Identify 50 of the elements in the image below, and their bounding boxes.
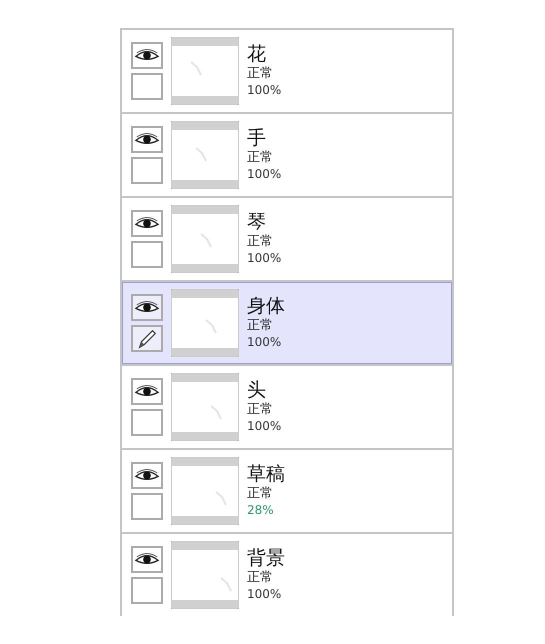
layer-name: 背景 <box>247 549 285 570</box>
layer-opacity: 100% <box>247 252 282 265</box>
edit-toggle[interactable] <box>131 325 163 352</box>
visibility-toggle[interactable] <box>131 126 163 153</box>
layer-row[interactable]: 头 正常 100% <box>122 366 452 448</box>
blend-mode: 正常 <box>247 487 273 501</box>
layer-opacity: 100% <box>247 84 282 97</box>
layer-thumbnail <box>171 289 239 357</box>
layer-opacity: 28% <box>247 504 274 517</box>
layer-thumbnail <box>171 121 239 189</box>
layer-thumbnail <box>171 373 239 441</box>
blend-mode: 正常 <box>247 67 273 81</box>
layer-opacity: 100% <box>247 168 282 181</box>
layer-thumbnail <box>171 457 239 525</box>
edit-toggle[interactable] <box>131 409 163 436</box>
layer-opacity: 100% <box>247 420 282 433</box>
layer-row[interactable]: 草稿 正常 28% <box>122 450 452 532</box>
layer-name: 身体 <box>247 297 285 318</box>
edit-toggle[interactable] <box>131 577 163 604</box>
visibility-toggle[interactable] <box>131 462 163 489</box>
blend-mode: 正常 <box>247 319 273 333</box>
visibility-toggle[interactable] <box>131 42 163 69</box>
layer-opacity: 100% <box>247 588 282 601</box>
layer-thumbnail <box>171 205 239 273</box>
edit-toggle[interactable] <box>131 493 163 520</box>
layer-name: 手 <box>247 129 266 150</box>
edit-toggle[interactable] <box>131 157 163 184</box>
layer-thumbnail <box>171 37 239 105</box>
visibility-toggle[interactable] <box>131 210 163 237</box>
layer-row[interactable]: 花 正常 100% <box>122 30 452 112</box>
layer-name: 草稿 <box>247 465 285 486</box>
layer-row[interactable]: 手 正常 100% <box>122 114 452 196</box>
visibility-toggle[interactable] <box>131 378 163 405</box>
layer-name: 琴 <box>247 213 266 234</box>
blend-mode: 正常 <box>247 403 273 417</box>
edit-toggle[interactable] <box>131 241 163 268</box>
layer-thumbnail <box>171 541 239 609</box>
blend-mode: 正常 <box>247 235 273 249</box>
blend-mode: 正常 <box>247 151 273 165</box>
layer-name: 花 <box>247 45 266 66</box>
layer-row[interactable]: 背景 正常 100% <box>122 534 452 616</box>
visibility-toggle[interactable] <box>131 546 163 573</box>
layer-opacity: 100% <box>247 336 282 349</box>
layer-name: 头 <box>247 381 266 402</box>
layer-row[interactable]: 琴 正常 100% <box>122 198 452 280</box>
visibility-toggle[interactable] <box>131 294 163 321</box>
edit-toggle[interactable] <box>131 73 163 100</box>
pencil-icon <box>136 328 158 350</box>
layer-row[interactable]: 身体 正常 100% <box>122 282 452 364</box>
blend-mode: 正常 <box>247 571 273 585</box>
